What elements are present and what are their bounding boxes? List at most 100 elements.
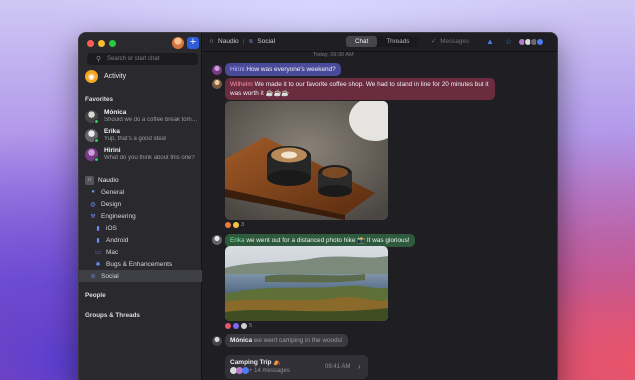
favorites-header[interactable]: Favorites (85, 96, 113, 103)
tab-chat[interactable]: Chat (346, 36, 378, 47)
message-bubble[interactable]: Hirini How was everyone's weekend? (225, 63, 341, 76)
reactions[interactable]: 5 (225, 323, 252, 329)
sidebar: + ⚲ Search or start chat ◉ Activity Favo… (79, 33, 202, 380)
channel-label: Design (101, 200, 122, 208)
dm-name: Hirini (104, 147, 121, 154)
star-icon[interactable]: ☆ (505, 37, 512, 46)
coffee-photo-image (225, 101, 388, 220)
thread-card[interactable]: Camping Trip ⛺ + 14 messages 09:41 AM › (225, 355, 368, 379)
social-icon: ≋ (248, 39, 254, 45)
avatar[interactable] (212, 336, 222, 346)
online-indicator (94, 138, 99, 143)
people-header[interactable]: People (85, 292, 106, 299)
dm-name: Erika (104, 128, 120, 135)
timestamp: Today, 09:30 AM (313, 52, 354, 58)
dm-item-erika[interactable]: Erika Yup, that's a good idea! (85, 128, 200, 146)
compose-button[interactable]: + (187, 37, 199, 49)
channel-general[interactable]: ● General (79, 186, 202, 198)
channel-bugs[interactable]: ✱ Bugs & Enhancements (79, 258, 202, 270)
check-icon: ✓ (431, 38, 437, 45)
breadcrumb-workspace[interactable]: Naudio (218, 38, 239, 45)
channel-android[interactable]: ▮ Android (79, 234, 202, 246)
workspace-logo-icon: ∩ (209, 38, 215, 45)
thread-title: Camping Trip ⛺ (230, 359, 282, 366)
message-author: Erika (230, 237, 245, 244)
wrench-icon: ⚒ (90, 213, 96, 220)
workspace-name: Naudio (98, 177, 119, 184)
my-avatar[interactable] (172, 37, 184, 49)
search-placeholder: Search or start chat (107, 56, 160, 62)
workspace-header[interactable]: ∩ Naudio (85, 176, 119, 185)
breadcrumb-separator: | (242, 38, 245, 45)
message-author: Wilhelm (230, 81, 253, 88)
reaction-icon (225, 222, 231, 228)
channel-label: Engineering (101, 212, 136, 220)
channel-engineering[interactable]: ⚒ Engineering (79, 210, 202, 222)
message-text: we went camping in the woods! (253, 337, 343, 344)
channel-label: Mac (106, 248, 119, 256)
reaction-count: 3 (241, 222, 245, 228)
social-icon: ≋ (90, 273, 96, 280)
channel-label: iOS (106, 224, 117, 232)
coffee-photo[interactable] (225, 101, 388, 220)
online-indicator (94, 157, 99, 162)
channel-social[interactable]: ≋ Social (79, 270, 202, 282)
reaction-icon (241, 323, 247, 329)
bug-icon: ✱ (95, 261, 101, 268)
reaction-icon (233, 222, 239, 228)
search-input[interactable]: ⚲ Search or start chat (87, 53, 198, 65)
avatar (536, 38, 544, 46)
message-text: We made it to our favorite coffee shop. … (230, 81, 489, 97)
thread-time: 09:41 AM (325, 364, 351, 370)
app-window: + ⚲ Search or start chat ◉ Activity Favo… (78, 32, 558, 380)
channel-label: Android (106, 236, 129, 244)
channel-label: General (101, 188, 125, 196)
channel-mac[interactable]: ▭ Mac (79, 246, 202, 258)
palette-icon: ◍ (90, 201, 96, 208)
message-author: Hirini (230, 66, 245, 73)
laptop-icon: ▭ (95, 249, 101, 256)
member-avatars[interactable] (518, 38, 544, 46)
groups-header[interactable]: Groups & Threads (85, 312, 140, 319)
channel-header: ∩ Naudio | ≋ Social Chat Threads ✓ Messa… (203, 33, 557, 52)
dm-name: Mónica (104, 109, 127, 116)
close-window-button[interactable] (87, 40, 94, 47)
channel-design[interactable]: ◍ Design (79, 198, 202, 210)
thread-count: + 14 messages (249, 368, 290, 374)
reactions[interactable]: 3 (225, 222, 244, 228)
reaction-icon (233, 323, 239, 329)
reaction-count: 5 (249, 323, 253, 329)
message-text: we went out for a distanced photo hike 📸… (246, 237, 410, 244)
avatar (242, 367, 249, 374)
phone-icon: ▮ (96, 237, 100, 244)
minimize-window-button[interactable] (98, 40, 105, 47)
avatar[interactable] (212, 65, 222, 75)
message-text: How was everyone's weekend? (246, 66, 336, 73)
breadcrumb-channel[interactable]: Social (257, 38, 275, 45)
messages-label: Messages (440, 38, 469, 45)
dm-item-hirini[interactable]: Hirini What do you think about this one? (85, 147, 200, 165)
message-bubble[interactable]: Wilhelm We made it to our favorite coffe… (225, 78, 495, 100)
channel-label: Social (101, 272, 119, 280)
search-icon: ⚲ (96, 56, 102, 63)
dm-preview: What do you think about this one? (104, 155, 195, 161)
view-tabs: Chat Threads (346, 36, 419, 47)
messages-filter[interactable]: ✓ Messages (431, 38, 469, 45)
zoom-window-button[interactable] (109, 40, 116, 47)
workspace-logo-icon: ∩ (85, 176, 94, 185)
avatar[interactable] (212, 79, 222, 89)
hash-icon: ● (91, 189, 95, 195)
channel-ios[interactable]: ▮ iOS (79, 222, 202, 234)
dm-item-monica[interactable]: Mónica Should we do a coffee break tomor… (85, 109, 200, 127)
activity-label: Activity (104, 73, 127, 80)
dm-preview: Should we do a coffee break tomorrow? (104, 117, 199, 123)
online-indicator (94, 119, 99, 124)
lake-photo-image (225, 246, 388, 321)
tab-threads[interactable]: Threads (377, 36, 418, 47)
lake-photo[interactable] (225, 246, 388, 321)
sidebar-item-activity[interactable]: ◉ Activity (85, 70, 126, 83)
avatar[interactable] (212, 235, 222, 245)
message-bubble[interactable]: Mónica we went camping in the woods! (225, 334, 348, 347)
bell-icon[interactable]: ▲ (486, 37, 494, 46)
chevron-right-icon: › (358, 362, 361, 371)
